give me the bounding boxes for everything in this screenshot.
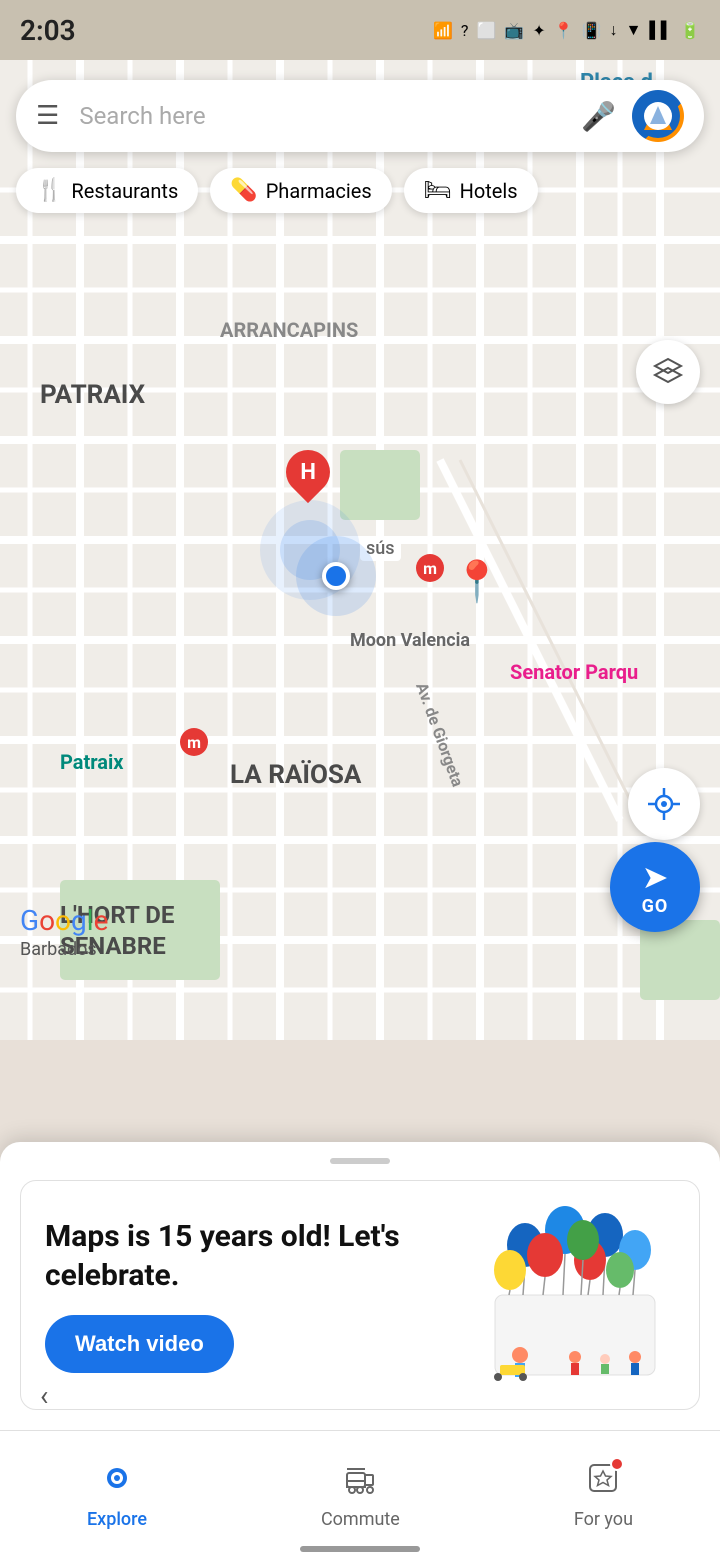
google-subtext: Barbados bbox=[20, 939, 108, 960]
nav-for-you[interactable]: For you bbox=[544, 1451, 663, 1540]
hotels-label: Hotels bbox=[460, 179, 518, 203]
nav-explore[interactable]: Explore bbox=[57, 1451, 177, 1540]
mic-icon[interactable]: 🎤 bbox=[581, 100, 616, 133]
patraix-metro-marker: m bbox=[180, 728, 208, 756]
sheet-handle bbox=[330, 1158, 390, 1164]
search-bar[interactable]: ☰ Search here 🎤 bbox=[16, 80, 704, 152]
signal-bars-icon: ▌▌ bbox=[649, 20, 672, 40]
explore-icon bbox=[100, 1461, 134, 1503]
layers-button[interactable] bbox=[636, 340, 700, 404]
avatar[interactable] bbox=[632, 90, 684, 142]
bottom-nav: Explore Commute For you bbox=[0, 1430, 720, 1560]
wifi-icon: ↓ bbox=[610, 20, 618, 40]
restaurants-icon: 🍴 bbox=[36, 178, 63, 203]
search-placeholder[interactable]: Search here bbox=[79, 102, 581, 130]
restaurants-chip[interactable]: 🍴 Restaurants bbox=[16, 168, 198, 213]
battery-icon: 🔋 bbox=[680, 21, 700, 40]
balloons-illustration bbox=[435, 1205, 675, 1385]
status-time: 2:03 bbox=[20, 14, 76, 47]
back-button[interactable]: ‹ bbox=[40, 1379, 48, 1412]
google-g2: g bbox=[71, 904, 87, 937]
for-you-label: For you bbox=[574, 1509, 633, 1530]
hotel-marker: H bbox=[286, 450, 330, 494]
go-button[interactable]: ➤ GO bbox=[610, 842, 700, 932]
google-o2: o bbox=[55, 904, 71, 937]
promo-text: Maps is 15 years old! Let's celebrate. W… bbox=[45, 1217, 415, 1373]
crosshair-icon bbox=[646, 786, 682, 822]
restaurants-label: Restaurants bbox=[71, 179, 178, 203]
promo-card: Maps is 15 years old! Let's celebrate. W… bbox=[20, 1180, 700, 1410]
signal-icon: 📶 bbox=[433, 21, 453, 40]
screenshot-icon: ⬜ bbox=[476, 21, 496, 40]
question-icon: ? bbox=[461, 21, 469, 40]
nav-commute[interactable]: Commute bbox=[291, 1451, 430, 1540]
my-location-button[interactable] bbox=[628, 768, 700, 840]
google-l: l bbox=[87, 904, 94, 937]
pharmacies-label: Pharmacies bbox=[266, 179, 372, 203]
menu-icon[interactable]: ☰ bbox=[36, 101, 59, 131]
user-location-marker bbox=[296, 536, 376, 616]
hotels-icon: 🛏 bbox=[424, 178, 452, 203]
commute-label: Commute bbox=[321, 1509, 400, 1530]
cast-icon: 📺 bbox=[504, 21, 524, 40]
category-chips: 🍴 Restaurants 💊 Pharmacies 🛏 Hotels bbox=[16, 168, 538, 213]
explore-label: Explore bbox=[87, 1509, 147, 1530]
for-you-badge bbox=[610, 1457, 624, 1471]
location-pin-marker: 📍 bbox=[452, 558, 502, 605]
promo-title: Maps is 15 years old! Let's celebrate. bbox=[45, 1217, 415, 1295]
google-logo: Google Barbados bbox=[20, 904, 108, 960]
layers-icon bbox=[651, 355, 685, 389]
hotels-chip[interactable]: 🛏 Hotels bbox=[404, 168, 538, 213]
vibrate-icon: 📳 bbox=[582, 21, 602, 40]
pharmacies-icon: 💊 bbox=[230, 178, 257, 203]
google-g: G bbox=[20, 904, 39, 937]
go-arrow-icon: ➤ bbox=[642, 858, 669, 896]
status-bar: 2:03 📶 ? ⬜ 📺 ✦ 📍 📳 ↓ ▼ ▌▌ 🔋 bbox=[0, 0, 720, 60]
home-indicator bbox=[300, 1546, 420, 1552]
jesus-metro-marker: m bbox=[416, 554, 444, 582]
pharmacies-chip[interactable]: 💊 Pharmacies bbox=[210, 168, 391, 213]
promo-image bbox=[435, 1205, 675, 1385]
commute-icon bbox=[343, 1461, 377, 1503]
avatar-logo bbox=[636, 94, 680, 138]
for-you-icon bbox=[586, 1461, 620, 1503]
google-o1: o bbox=[39, 904, 55, 937]
map-view[interactable]: ☰ Search here 🎤 🍴 Restaurants 💊 Pharmaci… bbox=[0, 60, 720, 1040]
bluetooth-icon: ✦ bbox=[532, 21, 545, 40]
location-pin-icon: 📍 bbox=[554, 21, 574, 40]
google-e: e bbox=[94, 904, 109, 937]
bottom-sheet: Maps is 15 years old! Let's celebrate. W… bbox=[0, 1142, 720, 1430]
watch-video-button[interactable]: Watch video bbox=[45, 1315, 234, 1373]
status-icons: 📶 ? ⬜ 📺 ✦ 📍 📳 ↓ ▼ ▌▌ 🔋 bbox=[433, 20, 700, 40]
wifi-signal-icon: ▼ bbox=[626, 20, 642, 40]
go-label: GO bbox=[642, 896, 669, 917]
